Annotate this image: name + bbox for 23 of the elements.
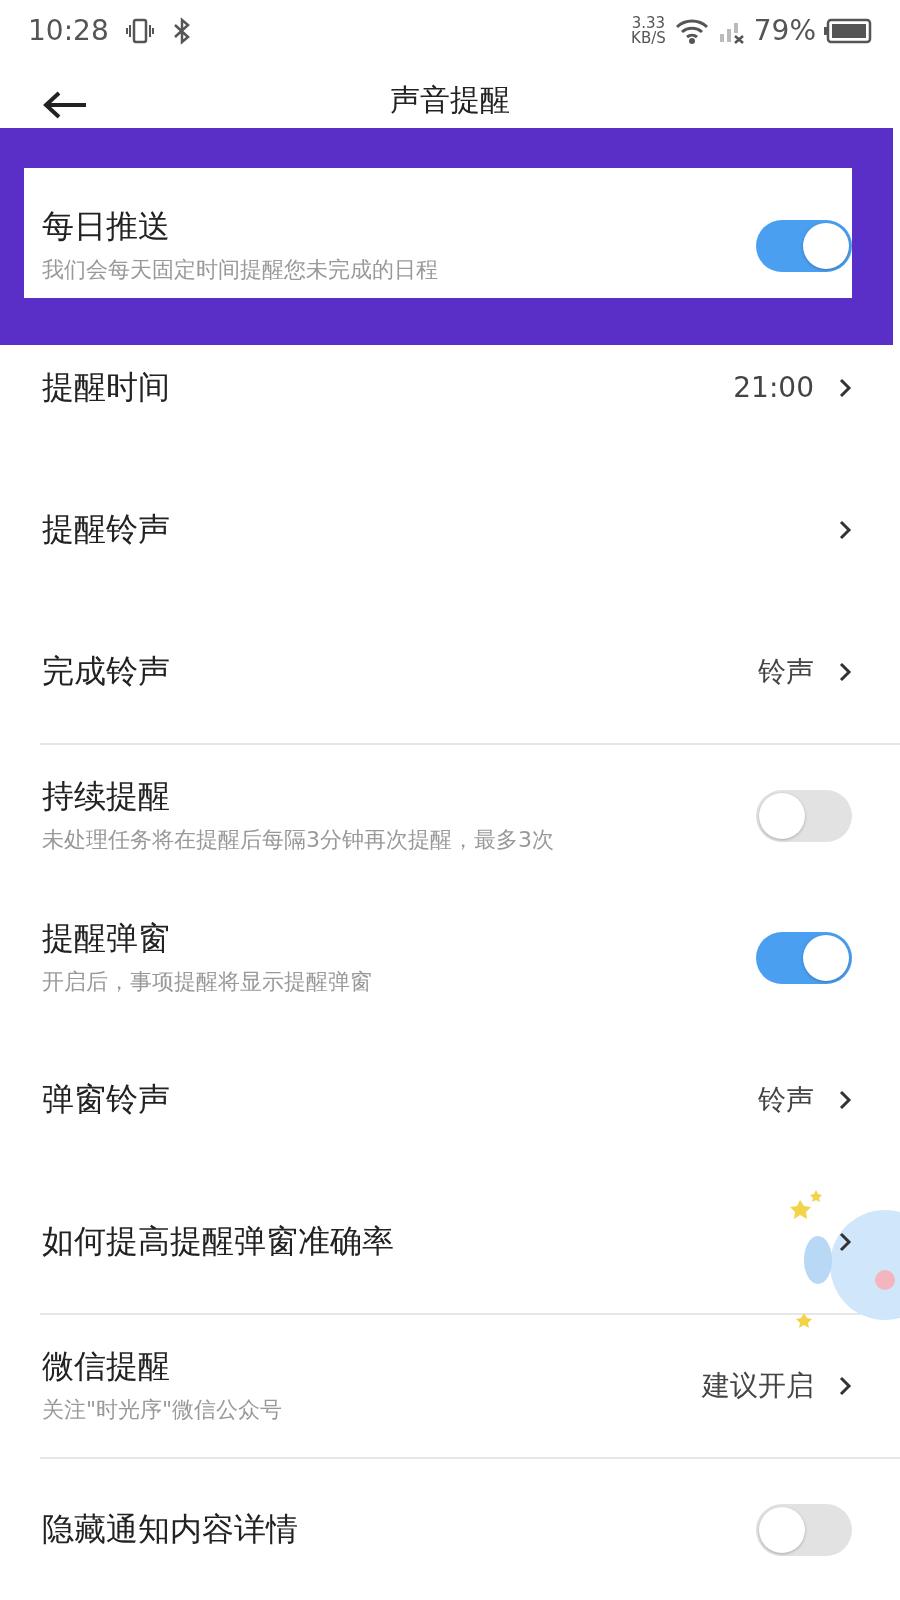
page-title: 声音提醒	[390, 82, 510, 118]
setting-title: 微信提醒	[42, 1345, 171, 1387]
setting-value: 建议开启	[702, 1368, 814, 1404]
setting-title: 弹窗铃声	[42, 1079, 171, 1121]
setting-title: 提醒弹窗	[42, 917, 171, 959]
setting-description: 关注"时光序"微信公众号	[42, 1396, 284, 1425]
setting-value: 21:00	[733, 370, 814, 406]
setting-title: 每日推送	[42, 205, 171, 247]
setting-title: 隐藏通知内容详情	[42, 1509, 299, 1551]
setting-description: 我们会每天固定时间提醒您未完成的日程	[42, 256, 439, 285]
speed-unit: KB/S	[631, 31, 666, 46]
setting-title: 如何提高提醒弹窗准确率	[42, 1221, 395, 1263]
setting-title: 提醒时间	[42, 367, 171, 409]
setting-title: 持续提醒	[42, 775, 171, 817]
setting-description: 开启后，事项提醒将显示提醒弹窗	[42, 968, 373, 997]
network-speed: 3.33	[631, 16, 666, 31]
battery-level: 79%	[753, 13, 816, 49]
clock: 10:28	[28, 13, 109, 49]
setting-title: 完成铃声	[42, 651, 171, 693]
setting-title: 提醒铃声	[42, 509, 171, 551]
setting-value: 铃声	[758, 654, 814, 690]
setting-description: 未处理任务将在提醒后每隔3分钟再次提醒，最多3次	[42, 826, 555, 855]
setting-value: 铃声	[758, 1082, 814, 1118]
